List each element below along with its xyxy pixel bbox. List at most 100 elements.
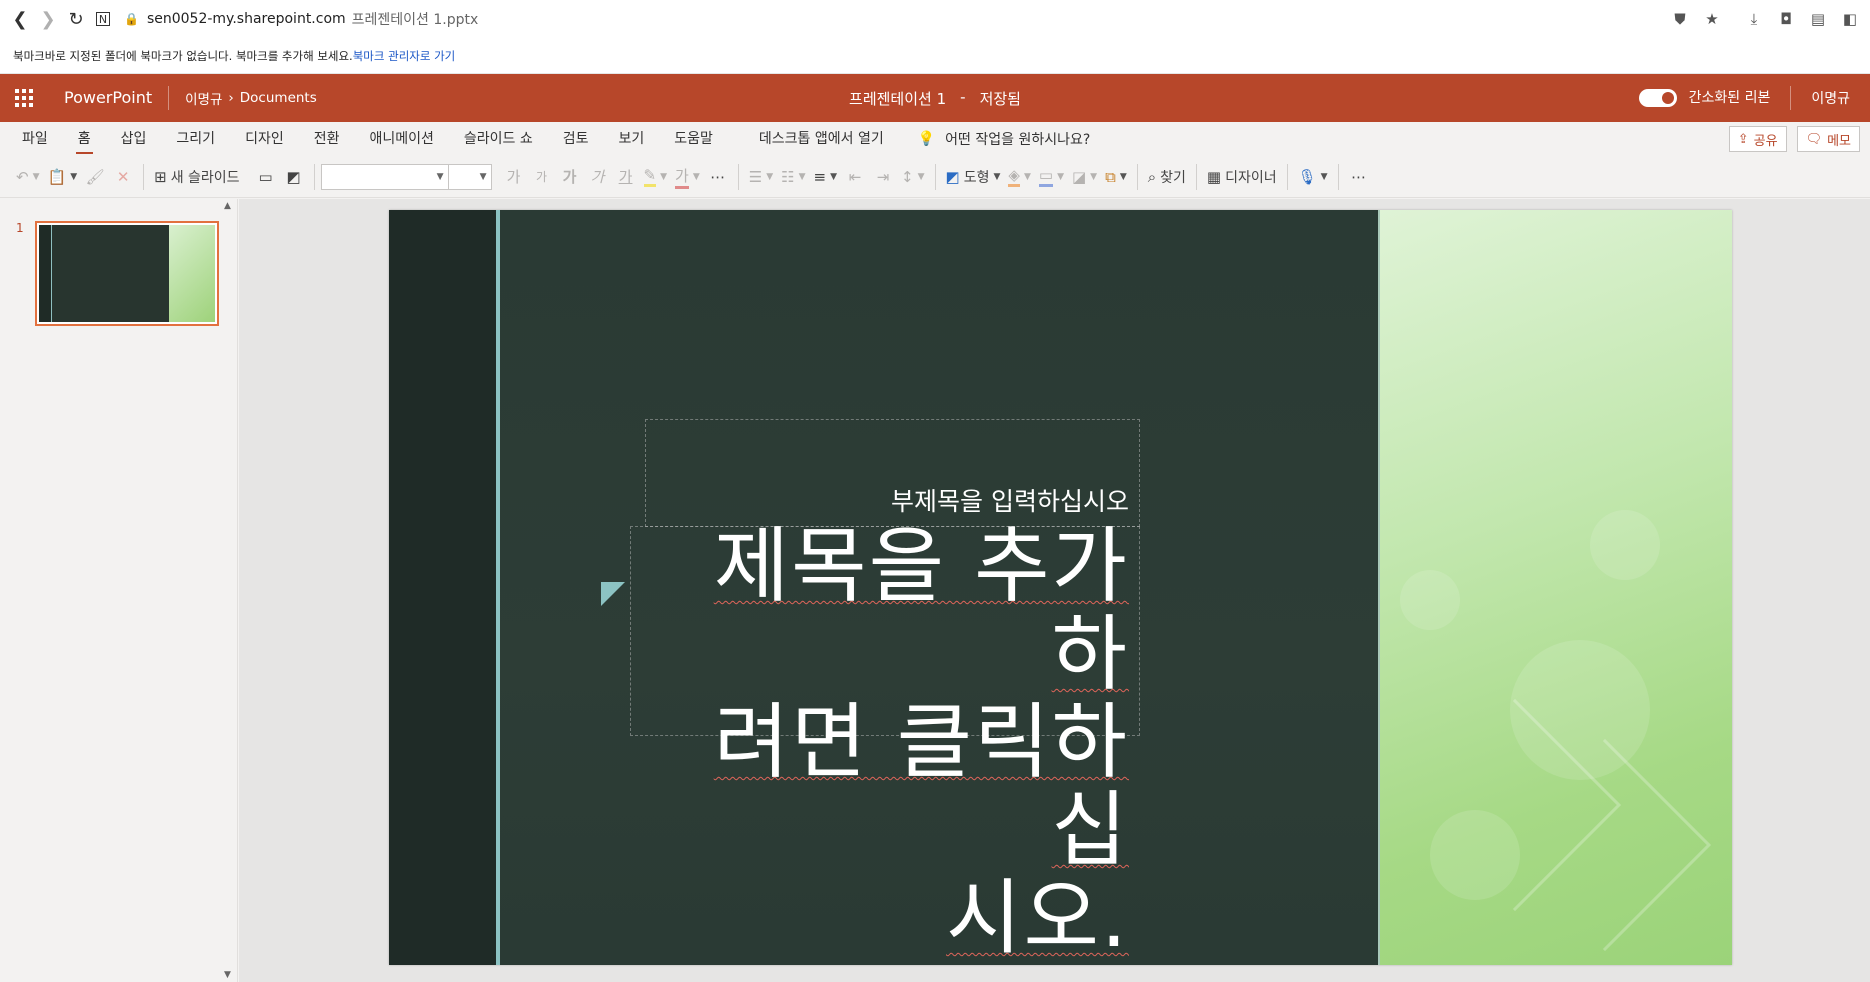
open-in-desktop-button[interactable]: 데스크톱 앱에서 열기: [759, 122, 884, 156]
document-title[interactable]: 프레젠테이션 1 - 저장됨: [849, 88, 1021, 109]
thumbnail-scrollbar[interactable]: ▲ ▼: [221, 199, 237, 982]
decrease-indent-button[interactable]: ⇤: [841, 162, 869, 192]
highlight-button[interactable]: ✎ ▼: [640, 162, 672, 192]
user-account[interactable]: 이명규: [1791, 88, 1870, 108]
tab-home[interactable]: 홈: [75, 122, 93, 156]
url-field[interactable]: 🔒 sen0052-my.sharepoint.com 프레젠테이션 1.ppt…: [124, 9, 478, 29]
undo-button[interactable]: ↶ ▼: [12, 162, 44, 192]
reader-icon[interactable]: ▤: [1804, 5, 1832, 33]
background-button[interactable]: ◩: [280, 162, 308, 192]
tab-view[interactable]: 보기: [619, 122, 645, 156]
title-text: 제목을 추가하 려면 클릭하십 시오.: [689, 523, 1129, 963]
reload-icon[interactable]: ↻: [62, 5, 90, 33]
dictate-button[interactable]: 🎙 ▼: [1294, 162, 1332, 192]
chevron-down-icon: ▼: [1320, 171, 1328, 182]
slide-thumbnail[interactable]: [35, 221, 219, 326]
chevron-down-icon: ▼: [436, 171, 444, 182]
camera-icon[interactable]: ◘: [1772, 5, 1800, 33]
format-painter-button[interactable]: 🖌: [81, 162, 109, 192]
more-font-options-button[interactable]: ⋯: [704, 162, 732, 192]
paint-bucket-icon: ◈: [1008, 166, 1020, 187]
chevron-down-icon: ▼: [798, 171, 806, 182]
find-button[interactable]: ⌕ 찾기: [1144, 162, 1190, 192]
forward-icon[interactable]: ❯: [34, 5, 62, 33]
chevron-down-icon: ▼: [70, 171, 78, 182]
delete-button[interactable]: ✕: [109, 162, 137, 192]
grow-font-icon: 가: [506, 168, 521, 186]
quick-styles-button[interactable]: ◪ ▼: [1068, 162, 1101, 192]
subtitle-placeholder[interactable]: 부제목을 입력하십시오: [645, 419, 1140, 527]
tab-slideshow[interactable]: 슬라이드 쇼: [464, 122, 533, 156]
italic-button[interactable]: 가: [584, 162, 612, 192]
simplified-ribbon-label: 간소화된 리본: [1689, 86, 1792, 110]
new-slide-button[interactable]: ⊞ 새 슬라이드: [150, 162, 243, 192]
title-line-3: 시오.: [946, 871, 1129, 965]
shape-outline-button[interactable]: ▭ ▼: [1035, 162, 1068, 192]
grow-font-button[interactable]: 가: [500, 162, 528, 192]
tab-review[interactable]: 검토: [563, 122, 589, 156]
numbering-button[interactable]: ☷ ▼: [777, 162, 809, 192]
simplified-ribbon-toggle[interactable]: [1638, 89, 1677, 107]
tab-help[interactable]: 도움말: [674, 122, 713, 156]
sidebar-icon[interactable]: ◧: [1836, 5, 1864, 33]
align-text-icon: ≡: [813, 167, 827, 186]
comments-button[interactable]: 🗨 메모: [1796, 126, 1860, 152]
download-icon[interactable]: ⤓: [1740, 5, 1768, 33]
bookmark-manager-link[interactable]: 북마크 관리자로 가기: [353, 48, 456, 64]
font-family-combo[interactable]: ▼: [320, 163, 449, 190]
bold-icon: 가: [562, 168, 577, 186]
arrange-button[interactable]: ⧉ ▼: [1101, 162, 1131, 192]
font-size-combo[interactable]: ▼: [447, 163, 492, 190]
tell-me-search[interactable]: 💡 어떤 작업을 원하시나요?: [918, 129, 1091, 149]
font-color-icon: 가: [675, 165, 689, 189]
shrink-font-button[interactable]: 가: [528, 162, 556, 192]
back-icon[interactable]: ❮: [6, 5, 34, 33]
tab-transitions[interactable]: 전환: [314, 122, 340, 156]
app-launcher-button[interactable]: [0, 74, 48, 122]
title-placeholder[interactable]: 제목을 추가하 려면 클릭하십 시오.: [630, 523, 1140, 963]
tab-design[interactable]: 디자인: [245, 122, 284, 156]
scroll-up-icon[interactable]: ▲: [224, 201, 231, 211]
ribbon-tabs: 파일 홈 삽입 그리기 디자인 전환 애니메이션 슬라이드 쇼 검토 보기 도움…: [0, 122, 1870, 156]
outline-pen-icon: ▭: [1038, 166, 1054, 187]
designer-button[interactable]: ▦ 디자이너: [1203, 162, 1281, 192]
bold-button[interactable]: 가: [556, 162, 584, 192]
increase-indent-button[interactable]: ⇥: [869, 162, 897, 192]
tab-insert[interactable]: 삽입: [121, 122, 147, 156]
browser-address-bar: ❮ ❯ ↻ N 🔒 sen0052-my.sharepoint.com 프레젠테…: [0, 0, 1870, 38]
tab-file[interactable]: 파일: [22, 122, 48, 156]
paste-button[interactable]: 📋 ▼: [44, 162, 82, 192]
underline-button[interactable]: 가: [612, 162, 640, 192]
breadcrumb-folder[interactable]: Documents: [240, 90, 317, 106]
designer-label: 디자이너: [1225, 169, 1277, 186]
slide[interactable]: 부제목을 입력하십시오 제목을 추가하 려면 클릭하십 시오.: [389, 210, 1732, 965]
scroll-down-icon[interactable]: ▼: [224, 970, 231, 980]
bullets-button[interactable]: ☰ ▼: [745, 162, 777, 192]
layout-button[interactable]: ▭: [252, 162, 280, 192]
shield-icon[interactable]: ⛊: [1666, 5, 1694, 33]
more-options-button[interactable]: ⋯: [1345, 162, 1373, 192]
chevron-down-icon: ▼: [32, 171, 40, 182]
align-button[interactable]: ≡ ▼: [810, 162, 842, 192]
indent-icon: ⇥: [876, 167, 890, 186]
line-spacing-button[interactable]: ↕ ▼: [897, 162, 929, 192]
chevron-down-icon: ▼: [830, 171, 838, 182]
thumbnail-preview: [39, 225, 215, 322]
shapes-button[interactable]: ◩ 도형 ▼: [942, 162, 1005, 192]
new-slide-icon: ⊞: [154, 167, 167, 186]
chevron-down-icon: ▼: [479, 171, 487, 182]
find-label: 찾기: [1160, 169, 1186, 186]
app-header: PowerPoint 이명규 › Documents 프레젠테이션 1 - 저장…: [0, 74, 1870, 122]
site-badge-icon[interactable]: N: [96, 12, 110, 26]
star-icon[interactable]: ★: [1698, 5, 1726, 33]
undo-icon: ↶: [16, 167, 29, 186]
share-button[interactable]: ⇪ 공유: [1728, 126, 1787, 152]
tab-animations[interactable]: 애니메이션: [369, 122, 433, 156]
waffle-icon: [15, 89, 33, 107]
app-name[interactable]: PowerPoint: [64, 86, 170, 110]
tab-draw[interactable]: 그리기: [176, 122, 215, 156]
url-path: 프레젠테이션 1.pptx: [351, 12, 479, 28]
font-color-button[interactable]: 가 ▼: [671, 162, 704, 192]
shape-fill-button[interactable]: ◈ ▼: [1004, 162, 1034, 192]
breadcrumb-user[interactable]: 이명규: [185, 88, 222, 108]
